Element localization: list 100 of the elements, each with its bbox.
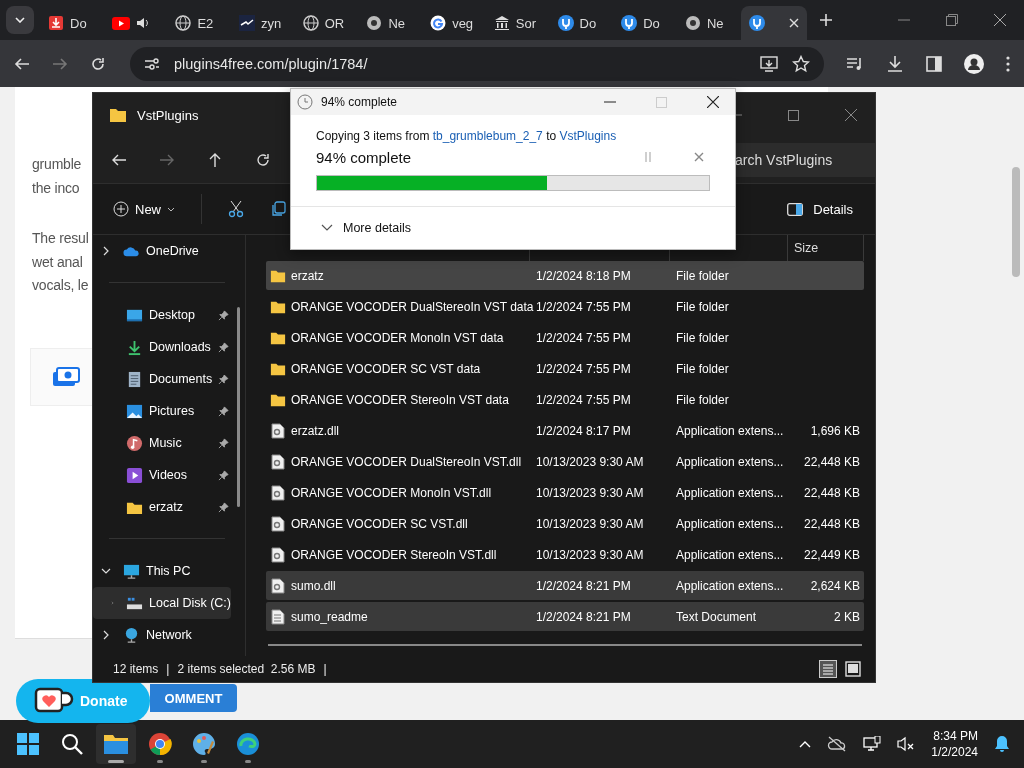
browser-tab[interactable]: Sor	[485, 6, 550, 40]
file-row[interactable]: ORANGE VOCODER SC VST data 1/2/2024 7:55 PM File folder	[266, 354, 864, 383]
details-view-icon[interactable]	[819, 660, 837, 678]
file-row[interactable]: sumo_readme 1/2/2024 8:21 PM Text Document 2 KB	[266, 602, 864, 631]
forward-icon[interactable]	[159, 152, 175, 168]
plus-icon[interactable]	[113, 201, 129, 217]
file-row[interactable]: ORANGE VOCODER MonoIn VST data 1/2/2024 7:55 PM File folder	[266, 323, 864, 352]
menu-icon[interactable]	[1006, 55, 1010, 72]
folder-icon[interactable]	[103, 732, 129, 756]
type-cell: Text Document	[676, 609, 757, 624]
file-row[interactable]: sumo.dll 1/2/2024 8:21 PM Application extens... 2,624 KB	[266, 571, 864, 600]
reload-icon[interactable]	[90, 55, 106, 72]
network-icon	[123, 626, 140, 644]
type-cell: Application extens...	[676, 423, 784, 438]
file-name: ORANGE VOCODER StereoIn VST data	[291, 392, 509, 407]
address-bar[interactable]: plugins4free.com/plugin/1784/	[130, 46, 824, 81]
edge-icon[interactable]	[236, 732, 260, 756]
browser-tab[interactable]: Do	[613, 6, 677, 40]
file-row[interactable]: erzatz 1/2/2024 8:18 PM File folder	[266, 261, 864, 290]
file-row[interactable]: erzatz.dll 1/2/2024 8:17 PM Application extens... 1,696 KB	[266, 416, 864, 445]
nav-item[interactable]: Desktop	[93, 299, 231, 331]
browser-tab[interactable]: Do	[40, 6, 104, 40]
target-link[interactable]: VstPlugins	[559, 129, 617, 143]
chevron-down-icon[interactable]	[321, 224, 333, 232]
comment-button[interactable]: OMMENT	[150, 684, 237, 712]
close-icon[interactable]	[994, 14, 1006, 26]
new-tab-icon[interactable]	[818, 13, 833, 27]
chevron-right-icon[interactable]	[101, 630, 111, 640]
chrome-icon[interactable]	[148, 732, 172, 756]
palette-icon[interactable]	[192, 732, 216, 756]
network-icon[interactable]	[863, 736, 882, 752]
chevron-up-icon[interactable]	[799, 740, 812, 748]
maximize-icon[interactable]	[788, 109, 799, 121]
file-row[interactable]: ORANGE VOCODER MonoIn VST.dll 10/13/2023 9:30 AM Application extens... 22,448 KB	[266, 478, 864, 507]
file-row[interactable]: ORANGE VOCODER StereoIn VST data 1/2/2024 7:55 PM File folder	[266, 385, 864, 414]
browser-tab[interactable]: zyn	[231, 6, 295, 40]
chevron-down-icon[interactable]	[101, 566, 111, 576]
bell-icon[interactable]	[994, 735, 1010, 753]
back-icon[interactable]	[111, 152, 127, 168]
source-link[interactable]: tb_grumblebum_2_7	[432, 129, 543, 143]
copy-icon[interactable]	[270, 201, 286, 217]
site-settings-icon[interactable]	[144, 56, 160, 71]
forward-icon[interactable]	[52, 55, 68, 72]
nav-item[interactable]: Music	[93, 427, 231, 459]
download-icon[interactable]	[886, 54, 904, 73]
gear-file-icon	[270, 422, 286, 439]
panel-icon[interactable]	[787, 202, 804, 216]
up-icon[interactable]	[207, 152, 223, 168]
file-row[interactable]: ORANGE VOCODER DualStereoIn VST.dll 10/13/2023 9:30 AM Application extens... 22,448 KB	[266, 447, 864, 476]
nav-item[interactable]: Network	[93, 619, 231, 651]
more-details-button[interactable]: More details	[291, 206, 735, 249]
file-row[interactable]: ORANGE VOCODER StereoIn VST.dll 10/13/2023 9:30 AM Application extens... 22,449 KB	[266, 540, 864, 569]
search-icon[interactable]	[60, 732, 84, 756]
date-cell: 1/2/2024 7:55 PM	[536, 361, 631, 376]
nav-item[interactable]: Pictures	[93, 395, 231, 427]
chevron-right-icon[interactable]	[101, 246, 111, 256]
caret-icon[interactable]	[167, 206, 175, 212]
nav-item[interactable]: erzatz	[93, 491, 231, 523]
taskbar-button[interactable]	[96, 724, 136, 764]
profile-icon[interactable]	[964, 53, 984, 74]
nav-item[interactable]: Videos	[93, 459, 231, 491]
scrollbar[interactable]	[237, 307, 240, 507]
speaker-muted-icon[interactable]	[897, 736, 916, 752]
cut-icon[interactable]	[228, 200, 244, 218]
nav-item[interactable]: This PC	[93, 555, 231, 587]
nav-item[interactable]: Documents	[93, 363, 231, 395]
search-field[interactable]: arch VstPlugins	[733, 143, 875, 177]
star-icon[interactable]	[792, 54, 810, 73]
windows-icon[interactable]	[16, 732, 40, 756]
media-icon[interactable]	[846, 55, 864, 72]
close-icon[interactable]	[707, 96, 719, 108]
date-cell: 1/2/2024 8:18 PM	[536, 268, 631, 283]
new-button[interactable]: New	[113, 201, 175, 217]
column-header[interactable]: Size	[794, 241, 819, 255]
browser-tab[interactable]: Do	[549, 6, 614, 40]
restore-icon[interactable]	[946, 14, 958, 26]
tiles-view-icon[interactable]	[845, 661, 861, 677]
clock-date[interactable]: 1/2/2024	[931, 744, 978, 760]
browser-tab[interactable]: OR	[294, 6, 359, 40]
side-panel-icon[interactable]	[926, 55, 942, 72]
clock-time[interactable]: 8:34 PM	[933, 728, 978, 744]
cancel-icon[interactable]	[694, 152, 704, 162]
file-row[interactable]: ORANGE VOCODER DualStereoIn VST data 1/2/2024 7:55 PM File folder	[266, 292, 864, 321]
tab-search-button[interactable]	[6, 6, 34, 34]
nav-item[interactable]: OneDrive	[93, 235, 231, 267]
browser-tab[interactable]: veg	[422, 6, 486, 40]
browser-tab[interactable]	[740, 6, 807, 40]
nav-item[interactable]: Local Disk (C:)	[93, 587, 231, 619]
details-button[interactable]: Details	[787, 201, 853, 217]
scrollbar[interactable]	[268, 644, 862, 646]
browser-tab[interactable]: Ne	[676, 6, 741, 40]
back-icon[interactable]	[14, 55, 30, 72]
browser-tab[interactable]: E2	[167, 6, 232, 40]
cloud-off-icon[interactable]	[827, 736, 848, 752]
gear-file-icon	[270, 484, 286, 501]
file-row[interactable]: ORANGE VOCODER SC VST.dll 10/13/2023 9:30 AM Application extens... 22,448 KB	[266, 509, 864, 538]
browser-tab[interactable]: Ne	[358, 6, 423, 40]
nav-item[interactable]: Downloads	[93, 331, 231, 363]
refresh-icon[interactable]	[255, 152, 271, 168]
install-icon[interactable]	[760, 55, 778, 72]
